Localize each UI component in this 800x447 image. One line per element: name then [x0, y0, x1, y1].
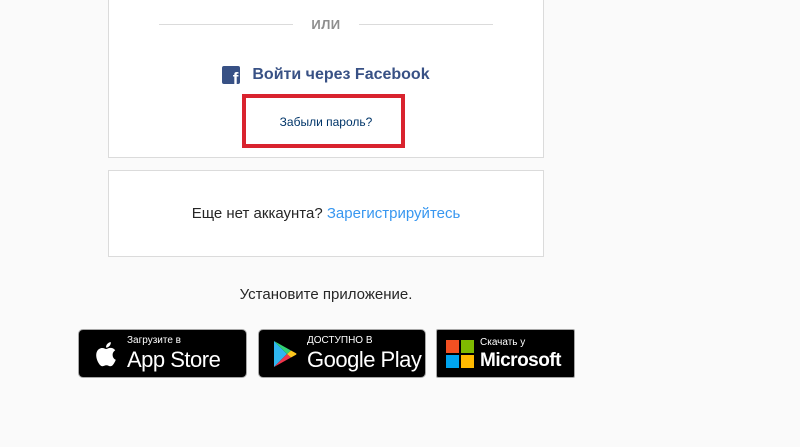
app-store-small: Загрузите в — [127, 335, 181, 346]
microsoft-store-text: Скачать у Microsoft — [480, 336, 562, 371]
signup-row: Еще нет аккаунта? Зарегистрируйтесь — [109, 205, 543, 222]
divider-text: ИЛИ — [311, 16, 341, 32]
facebook-icon: f — [222, 66, 241, 84]
google-play-text: ДОСТУПНО В Google Play — [307, 335, 422, 372]
google-play-icon — [271, 339, 299, 369]
facebook-login-button[interactable]: f Войти через Facebook — [109, 66, 543, 84]
or-divider: ИЛИ — [159, 14, 493, 34]
microsoft-store-small: Скачать у — [480, 336, 526, 348]
install-app-text: Установите приложение. — [239, 286, 413, 303]
app-store-big: App Store — [127, 347, 221, 372]
google-play-small: ДОСТУПНО В — [307, 335, 373, 346]
microsoft-store-big: Microsoft — [480, 349, 562, 371]
signup-link[interactable]: Зарегистрируйтесь — [327, 205, 460, 222]
login-card: ИЛИ f Войти через Facebook Забыли пароль… — [108, 0, 544, 158]
divider-line-left — [159, 23, 294, 25]
app-store-button[interactable]: Загрузите в App Store — [78, 329, 247, 378]
apple-icon — [91, 339, 119, 369]
microsoft-icon — [446, 339, 474, 369]
divider-line-right — [358, 23, 493, 25]
signup-prompt: Еще нет аккаунта? — [191, 205, 323, 222]
google-play-big: Google Play — [307, 347, 422, 372]
facebook-login-label: Войти через Facebook — [252, 66, 430, 83]
forgot-password-link[interactable]: Забыли пароль? — [109, 115, 543, 129]
google-play-button[interactable]: ДОСТУПНО В Google Play — [258, 329, 426, 378]
app-store-text: Загрузите в App Store — [127, 335, 221, 372]
signup-card: Еще нет аккаунта? Зарегистрируйтесь — [108, 170, 544, 257]
microsoft-store-button[interactable]: Скачать у Microsoft — [436, 329, 575, 378]
